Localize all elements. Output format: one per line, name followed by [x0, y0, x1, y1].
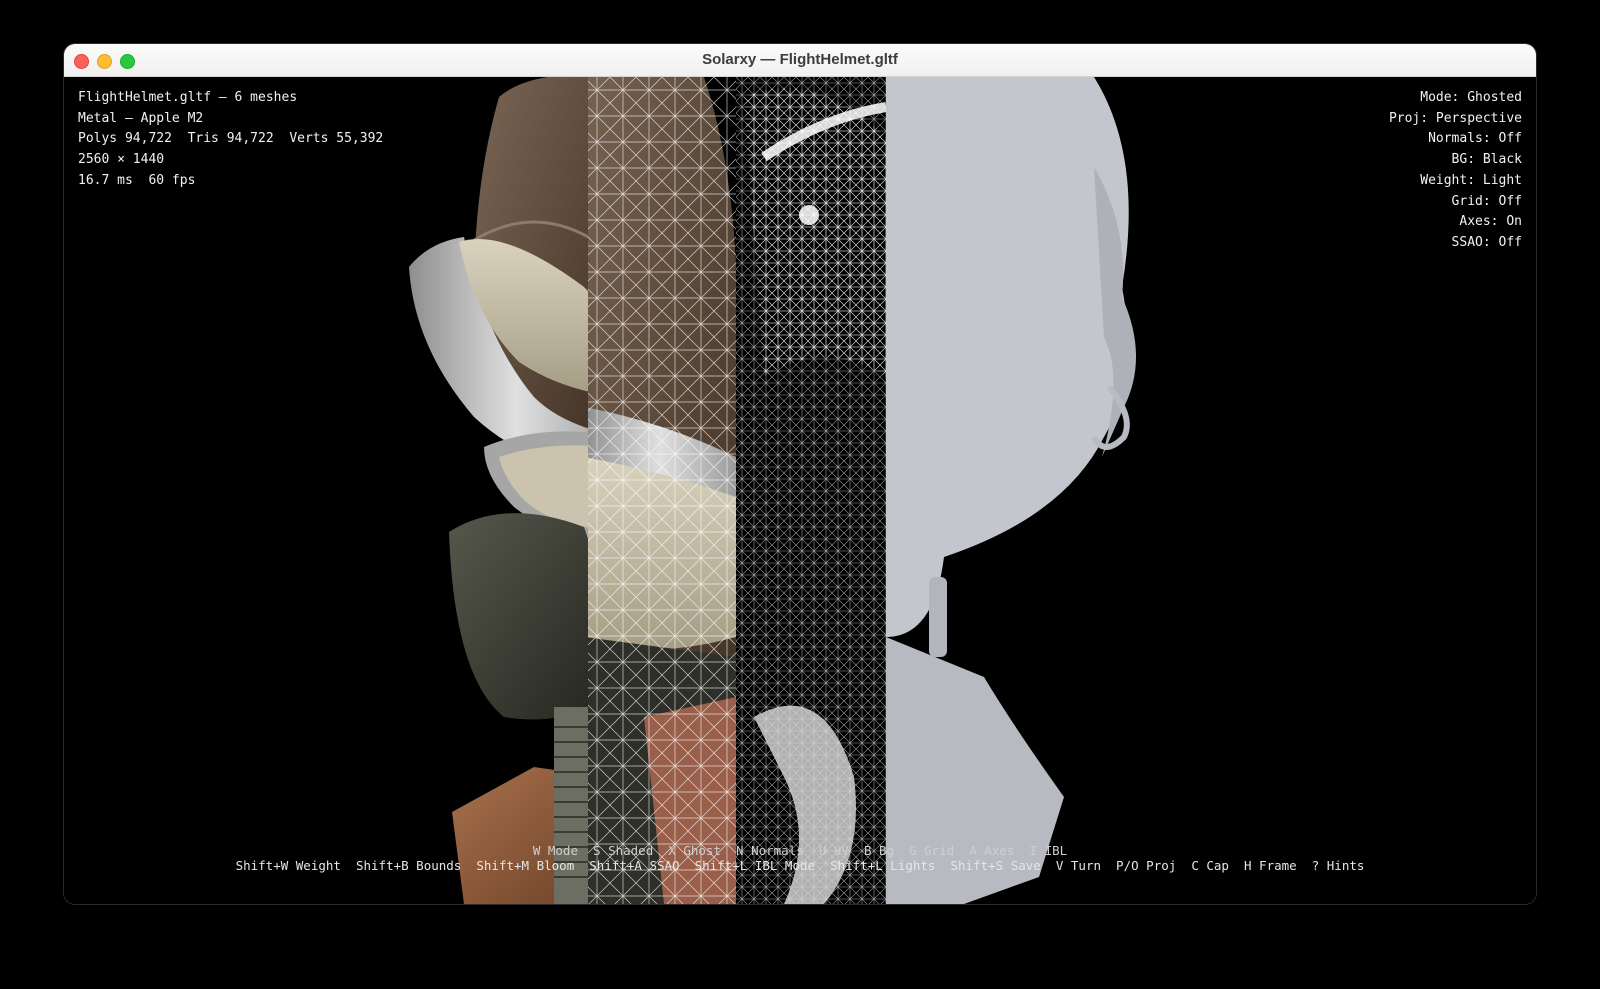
ghosted-section [886, 77, 1137, 904]
resolution-info: 2560 × 1440 [78, 152, 165, 168]
geometry-info: Polys 94,722 Tris 94,722 Verts 55,392 [78, 131, 384, 147]
timing-info: 16.7 ms 60 fps [78, 172, 196, 188]
stats-overlay: FlightHelmet.gltf — 6 meshes Metal — Appl… [78, 88, 383, 192]
background-status: BG: Black [1451, 152, 1522, 168]
settings-overlay: Mode: Ghosted Proj: Perspective Normals: O… [1389, 88, 1522, 254]
weight-status: Weight: Light [1420, 172, 1522, 188]
keyboard-hints-line-2: Shift+W Weight Shift+B Bounds Shift+M Bl… [235, 858, 1365, 873]
title-bar[interactable]: Solarxy — FlightHelmet.gltf [64, 44, 1536, 77]
backend-info: Metal — Apple M2 [78, 110, 204, 126]
normals-status: Normals: Off [1428, 131, 1522, 147]
wireframe-section [736, 77, 886, 904]
mode-status: Mode: Ghosted [1420, 90, 1522, 105]
ssao-status: SSAO: Off [1451, 234, 1522, 250]
3d-viewport[interactable]: FlightHelmet.gltf — 6 meshes Metal — Appl… [64, 77, 1536, 904]
helmet-render [409, 77, 1137, 904]
projection-status: Proj: Perspective [1388, 110, 1522, 126]
axes-status: Axes: On [1459, 214, 1522, 230]
wireframe-overlay-section [588, 77, 736, 904]
file-info: FlightHelmet.gltf — 6 meshes [78, 90, 298, 105]
grid-status: Grid: Off [1451, 193, 1522, 209]
window-title: Solarxy — FlightHelmet.gltf [702, 51, 898, 68]
keyboard-hints-line-1: W Mode S Shaded X Ghost N Normals U UV B… [532, 843, 1068, 858]
app-window: Solarxy — FlightHelmet.gltf FlightHelmet… [64, 44, 1536, 904]
